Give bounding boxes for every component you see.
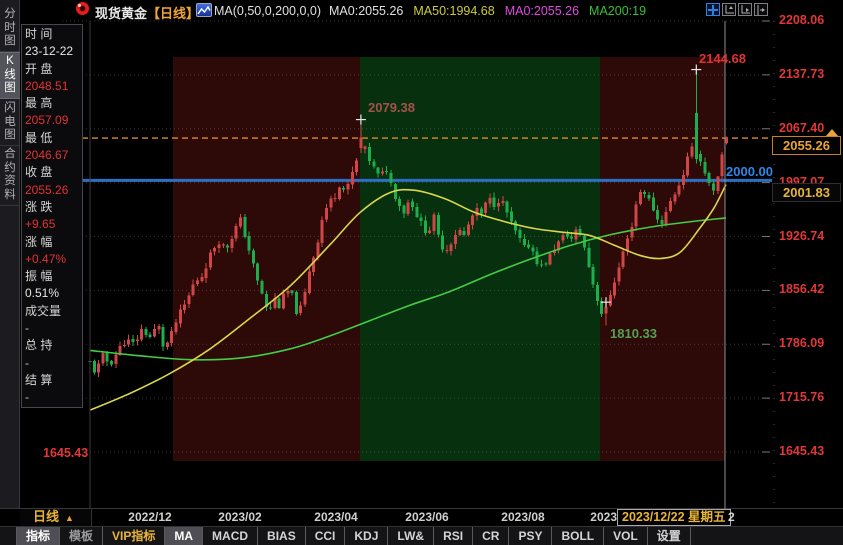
- annotation-high-may: 2079.38: [368, 100, 415, 115]
- info-value: 2055.26: [25, 182, 82, 199]
- sidebar-tab-4[interactable]: 合约资料: [0, 146, 20, 206]
- left-tab-strip: 分时图K线图闪电图合约资料: [0, 0, 20, 508]
- annotation-low-oct: 1810.33: [610, 326, 657, 341]
- info-label: 成交量: [25, 303, 82, 320]
- ma-settings: MA(0,50,0,200,0,0): [214, 4, 321, 18]
- period-name: 【日线】: [147, 6, 199, 21]
- info-value: -: [25, 389, 82, 406]
- info-value: 2048.51: [25, 78, 82, 95]
- quote-info-panel: 时 间23-12-22开 盘2048.51最 高2057.09最 低2046.6…: [21, 24, 83, 408]
- axis-price-label: 1645.43: [779, 444, 841, 458]
- pan-right-icon[interactable]: [754, 3, 768, 16]
- info-label: 时 间: [25, 26, 82, 43]
- info-value: 0.51%: [25, 285, 82, 302]
- toolbar-button-1[interactable]: 指标: [16, 527, 60, 545]
- toolbar-button-7[interactable]: CCI: [306, 527, 346, 545]
- axis-left-min-label: 1645.43: [43, 446, 88, 460]
- info-value: 2057.09: [25, 112, 82, 129]
- axis-scale-vertical-icon[interactable]: [722, 3, 736, 16]
- candlestick-chart[interactable]: [0, 0, 843, 545]
- axis-price-label: 1926.74: [779, 229, 841, 243]
- info-label: 结 算: [25, 372, 82, 389]
- info-label: 最 低: [25, 130, 82, 147]
- sidebar-tab-1[interactable]: 分时图: [0, 6, 20, 52]
- period-selector[interactable]: 日线 ▲: [20, 509, 92, 526]
- date-tick-label: 2022/12: [128, 510, 171, 524]
- date-tick-label: 2023/02: [218, 510, 261, 524]
- period-selector-label: 日线: [33, 509, 59, 524]
- indicator-readout: MA(0,50,0,200,0,0) MA0:2055.26 MA50:1994.…: [214, 4, 646, 18]
- ma-value-1: MA50:1994.68: [413, 4, 494, 18]
- info-value: -: [25, 320, 82, 337]
- current-price-label: 2055.26: [772, 136, 841, 155]
- info-value: 23-12-22: [25, 43, 82, 60]
- annotation-high-dec: 2144.68: [699, 51, 746, 66]
- toolbar-button-5[interactable]: MACD: [203, 527, 258, 545]
- info-value: +0.47%: [25, 251, 82, 268]
- toolbar-button-12[interactable]: PSY: [509, 527, 552, 545]
- toolbar-button-2[interactable]: 模板: [60, 527, 103, 545]
- info-value: -: [25, 355, 82, 372]
- axis-price-label: 1856.42: [779, 282, 841, 296]
- trading-app-window: 2079.38 2144.68 1810.33 现货黄金【日线】 MA(0,50,0…: [0, 0, 843, 545]
- axis-price-label: 1786.09: [779, 336, 841, 350]
- info-label: 收 盘: [25, 164, 82, 181]
- date-tick-label: 2023/08: [501, 510, 544, 524]
- date-tick-label: 2023/04: [314, 510, 357, 524]
- toolbar-button-11[interactable]: CR: [473, 527, 509, 545]
- level-2000-label: 2000.00: [726, 164, 772, 179]
- price-up-arrow-icon: [826, 129, 838, 136]
- date-tick-label: 2023/06: [405, 510, 448, 524]
- sidebar-tab-2[interactable]: K线图: [0, 52, 20, 99]
- info-label: 最 高: [25, 95, 82, 112]
- top-bar: 现货黄金【日线】 MA(0,50,0,200,0,0) MA0:2055.26M…: [0, 0, 843, 22]
- info-label: 振 幅: [25, 268, 82, 285]
- axis-price-label: 2137.73: [779, 67, 841, 81]
- ma-value-2: MA0:2055.26: [505, 4, 579, 18]
- info-label: 涨 跌: [25, 199, 82, 216]
- crosshair-price-label: 2001.83: [772, 183, 841, 202]
- crosshair-icon[interactable]: [706, 3, 720, 16]
- axis-scale-horizontal-icon[interactable]: [738, 3, 752, 16]
- toolbar-button-14[interactable]: VOL: [604, 527, 648, 545]
- toolbar-button-6[interactable]: BIAS: [258, 527, 306, 545]
- chart-icon: [196, 3, 212, 17]
- clipped-date-label: 2: [728, 510, 735, 524]
- info-label: 涨 幅: [25, 234, 82, 251]
- info-label: 总 持: [25, 337, 82, 354]
- sidebar-tab-3[interactable]: 闪电图: [0, 100, 20, 146]
- info-value: 2046.67: [25, 147, 82, 164]
- toolbar-button-9[interactable]: LW&: [388, 527, 434, 545]
- toolbar-button-15[interactable]: 设置: [648, 527, 691, 545]
- ma-value-3: MA200:19: [589, 4, 646, 18]
- current-date-label: 2023/12/22 星期五: [617, 509, 731, 526]
- toolbar-button-3[interactable]: VIP指标: [103, 527, 165, 545]
- triangle-up-icon: ▲: [65, 513, 74, 523]
- ma-value-0: MA0:2055.26: [329, 4, 403, 18]
- live-indicator-icon: [76, 2, 89, 15]
- date-axis: 日线 ▲ 2022/12 2023/02 2023/04 2023/06 2023/08 2…: [0, 509, 843, 526]
- symbol-name: 现货黄金: [95, 6, 147, 21]
- info-label: 开 盘: [25, 61, 82, 78]
- instrument-title: 现货黄金【日线】: [95, 3, 199, 22]
- axis-price-label: 1715.76: [779, 390, 841, 404]
- toolbar-button-4[interactable]: MA: [165, 527, 203, 545]
- toolbar-button-10[interactable]: RSI: [434, 527, 473, 545]
- toolbar-button-8[interactable]: KDJ: [345, 527, 388, 545]
- info-value: +9.65: [25, 216, 82, 233]
- indicator-toolbar: 指标模板VIP指标MAMACDBIASCCIKDJLW&RSICRPSYBOLL…: [0, 526, 843, 545]
- toolbar-button-13[interactable]: BOLL: [552, 527, 604, 545]
